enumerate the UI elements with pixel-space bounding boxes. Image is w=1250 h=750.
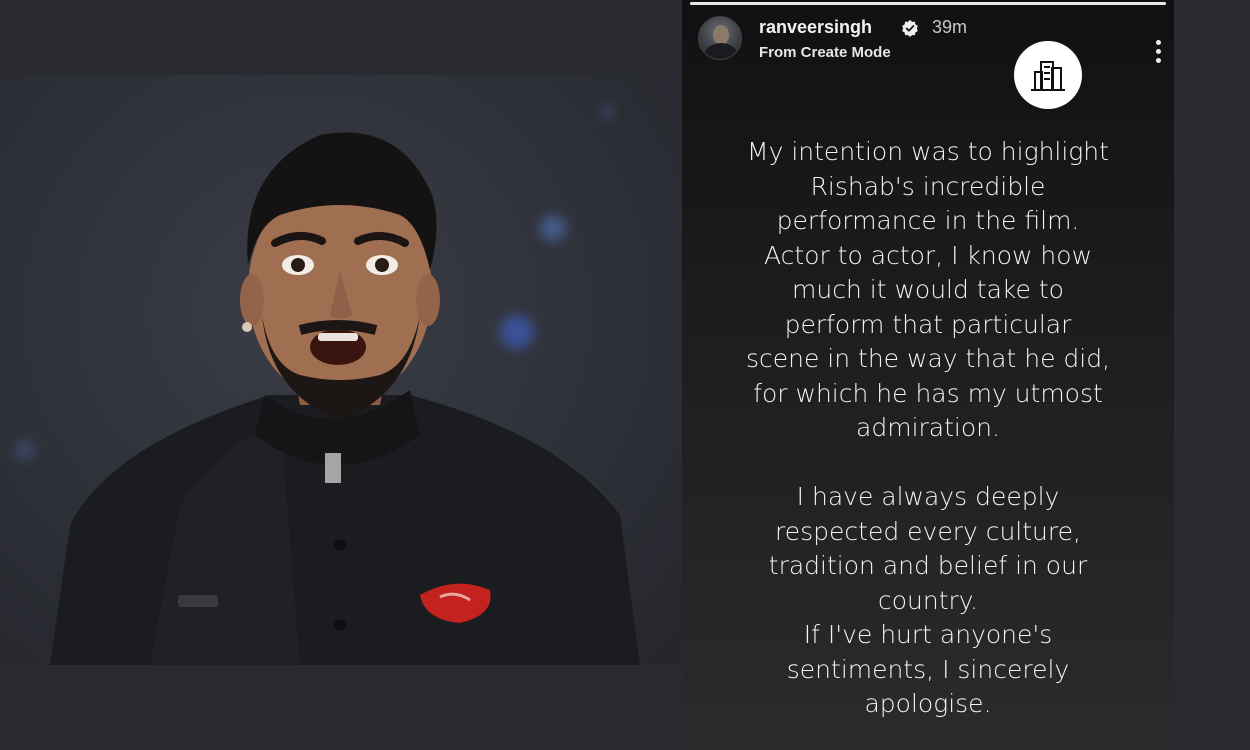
caption-line: country. — [878, 585, 978, 615]
background-strip — [1174, 0, 1250, 750]
verified-badge-icon — [902, 19, 918, 37]
story-caption: My intention was to highlight Rishab's in… — [702, 135, 1154, 722]
caption-line: Rishab's incredible — [810, 171, 1046, 201]
caption-line: admiration. — [856, 413, 1000, 442]
more-options-icon[interactable] — [1150, 40, 1166, 66]
caption-line: scene in the way that he did, — [745, 344, 1111, 373]
building-logo-icon[interactable] — [1014, 41, 1082, 109]
photo-panel — [0, 75, 682, 665]
person-photo — [50, 132, 640, 665]
building-icon — [1031, 61, 1065, 91]
caption-line: tradition and belief in our — [768, 551, 1088, 580]
caption-line: I have always deeply — [796, 482, 1060, 511]
caption-line: much it would take to — [792, 275, 1064, 304]
instagram-story[interactable]: ranveersingh 39m From Create Mode My int… — [682, 0, 1174, 750]
caption-line: If I've hurt anyone's — [803, 620, 1053, 649]
story-header: ranveersingh 39m From Create Mode — [698, 14, 1161, 64]
profile-avatar[interactable] — [698, 16, 742, 60]
story-subtitle[interactable]: From Create Mode — [759, 44, 891, 61]
caption-line: My intention was to highlight — [747, 137, 1109, 166]
caption-line: respected every culture, — [775, 516, 1081, 546]
story-progress-bar — [690, 2, 1166, 5]
caption-line: Actor to actor, I know how — [763, 240, 1093, 270]
caption-line: sentiments, I sincerely — [786, 654, 1070, 684]
caption-line: perform that particular — [784, 309, 1072, 339]
story-progress-fill — [690, 2, 1166, 5]
username[interactable]: ranveersingh — [759, 17, 872, 38]
story-timestamp: 39m — [932, 17, 968, 37]
caption-line: apologise. — [864, 689, 992, 718]
caption-line: performance in the film. — [776, 206, 1080, 235]
caption-line: for which he has my utmost — [753, 378, 1103, 408]
